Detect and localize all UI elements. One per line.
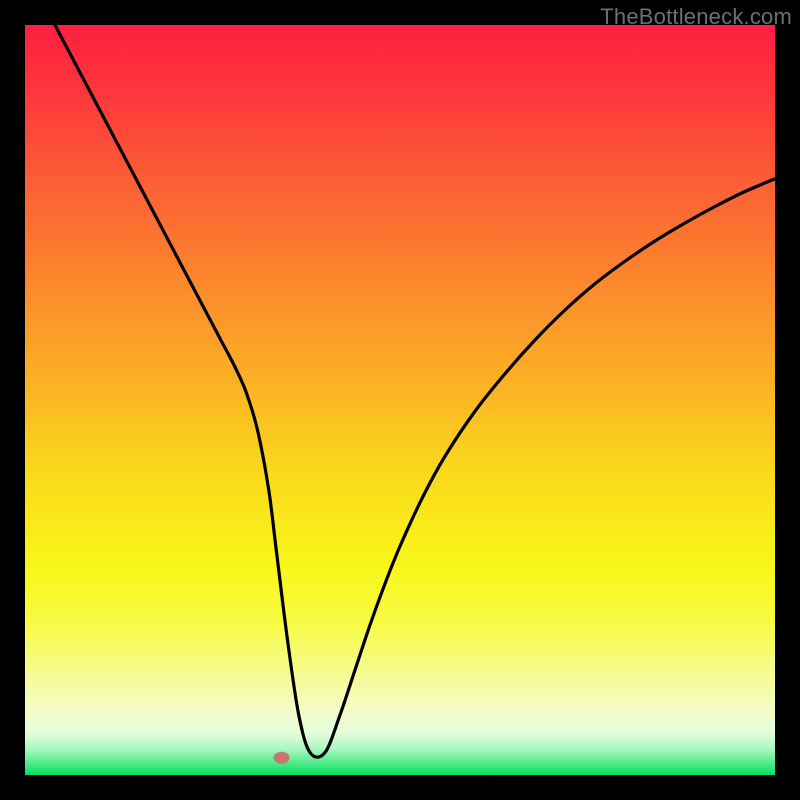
optimal-point-marker [274,752,290,764]
attribution-label: TheBottleneck.com [600,4,792,30]
chart-frame [25,25,775,775]
chart-background [25,25,775,775]
chart-svg [25,25,775,775]
